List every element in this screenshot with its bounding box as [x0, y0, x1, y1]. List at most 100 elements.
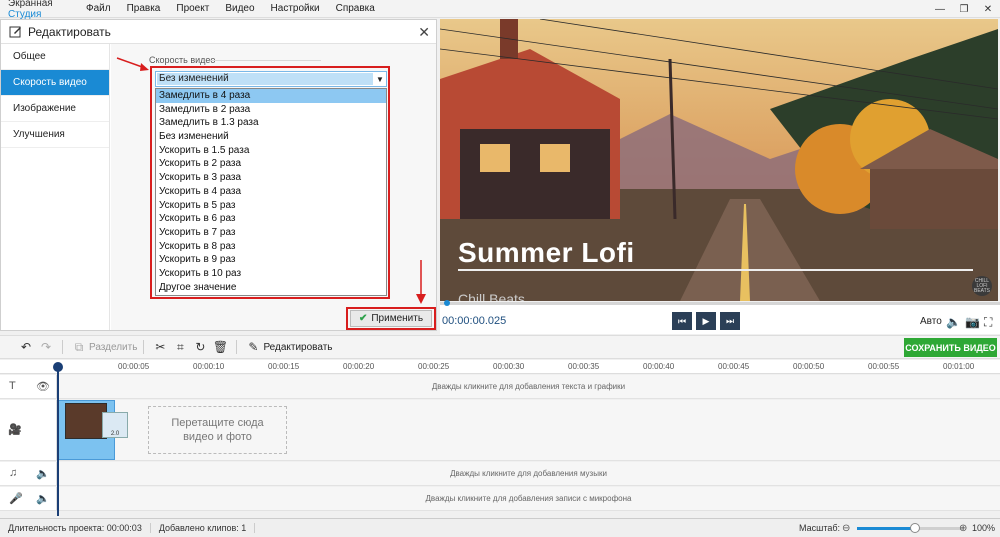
fullscreen-icon[interactable]: ⛶ [984, 315, 992, 330]
timeline-playhead-handle[interactable] [53, 362, 63, 372]
menu-help[interactable]: Справка [328, 3, 383, 14]
ruler-tick-label: 00:00:25 [418, 362, 450, 371]
next-frame-button[interactable]: ⏭ [720, 312, 740, 330]
music-note-icon: ♫ [9, 467, 18, 479]
edit-icon[interactable]: ✎ [243, 340, 263, 354]
quality-selector[interactable]: Авто [920, 316, 942, 327]
speed-option[interactable]: Ускорить в 5 раз [156, 199, 386, 213]
speed-option[interactable]: Ускорить в 1.5 раза [156, 144, 386, 158]
apply-button[interactable]: ✔ Применить [350, 310, 432, 327]
zoom-label: Масштаб: [799, 523, 841, 533]
chevron-down-icon[interactable]: ▼ [374, 75, 386, 84]
trash-icon[interactable]: 🗑 [210, 340, 230, 354]
text-track-header: T 👁 [0, 375, 57, 398]
video-preview[interactable]: Summer Lofi Chill Beats CHILL LOFI BEATS [440, 19, 998, 301]
playback-bar: 00:00:00.025 ⏮ ▶ ⏭ Авто 🔈 📷 ⛶ [440, 300, 1000, 334]
menu-project[interactable]: Проект [168, 3, 217, 14]
current-time: 00:00:00.025 [442, 315, 507, 327]
speed-option[interactable]: Ускорить в 8 раз [156, 240, 386, 254]
close-icon[interactable]: ✕ [418, 24, 430, 41]
music-track[interactable]: ♫ 🔈 Дважды кликните для добавления музык… [0, 462, 1000, 486]
speed-select-value: Без изменений [157, 73, 373, 85]
nav-item-general[interactable]: Общее [1, 44, 109, 70]
save-video-button[interactable]: СОХРАНИТЬ ВИДЕО [904, 338, 997, 357]
volume-icon[interactable]: 🔈 [36, 492, 50, 505]
ruler-tick-label: 00:00:50 [793, 362, 825, 371]
nav-item-video-speed[interactable]: Скорость видео [1, 70, 109, 96]
cut-icon[interactable]: ✂ [150, 340, 170, 354]
media-drop-zone[interactable]: Перетащите сюда видео и фото [148, 406, 287, 454]
speed-option[interactable]: Без изменений [156, 130, 386, 144]
menu-settings[interactable]: Настройки [263, 3, 328, 14]
timeline-playhead[interactable] [57, 364, 59, 516]
video-track-header: 🎥 [0, 400, 57, 460]
speed-group-label: Скорость видео [149, 55, 216, 65]
menu-video[interactable]: Видео [217, 3, 262, 14]
window-controls: — ❐ ✕ [928, 0, 1000, 18]
crop-icon[interactable]: ⌗ [170, 340, 190, 355]
zoom-out-icon[interactable]: ⊖ [842, 523, 850, 534]
ruler-tick-label: 00:00:35 [568, 362, 600, 371]
maximize-button[interactable]: ❐ [952, 0, 976, 18]
speed-option[interactable]: Ускорить в 7 раз [156, 226, 386, 240]
speed-option[interactable]: Ускорить в 10 раз [156, 267, 386, 281]
app-title-accent: Студия [8, 8, 42, 20]
clip-speed-badge: 2.0 [102, 412, 128, 438]
speed-option[interactable]: Другое значение [156, 281, 386, 295]
music-track-header: ♫ 🔈 [0, 462, 57, 485]
speed-option[interactable]: Замедлить в 1.3 раза [156, 116, 386, 130]
preview-subtitle-text: Chill Beats [458, 291, 525, 301]
speed-option[interactable]: Ускорить в 6 раз [156, 212, 386, 226]
toolbar-divider [236, 340, 238, 354]
redo-icon[interactable]: ↷ [36, 340, 56, 354]
channel-logo: CHILL LOFI BEATS [972, 276, 992, 296]
ruler-tick-label: 00:00:15 [268, 362, 300, 371]
speed-option[interactable]: Ускорить в 3 раза [156, 171, 386, 185]
zoom-in-icon[interactable]: ⊕ [959, 523, 967, 534]
nav-item-image[interactable]: Изображение [1, 96, 109, 122]
editor-toolbar: ↶ ↷ ⧉ Разделить ✂ ⌗ ↻ 🗑 ✎ Редактировать … [0, 335, 1000, 359]
ruler-tick-label: 00:01:00 [943, 362, 975, 371]
menu-file[interactable]: Файл [78, 3, 119, 14]
play-button[interactable]: ▶ [696, 312, 716, 330]
volume-icon[interactable]: 🔈 [36, 467, 50, 480]
previous-frame-button[interactable]: ⏮ [672, 312, 692, 330]
zoom-slider-handle[interactable] [910, 523, 921, 533]
menu-bar: Экранная Студия Файл Правка Проект Видео… [0, 0, 1000, 20]
volume-icon[interactable]: 🔈 [946, 315, 961, 329]
split-icon[interactable]: ⧉ [69, 340, 89, 355]
speed-option[interactable]: Ускорить в 9 раз [156, 253, 386, 267]
text-track-hint: Дважды кликните для добавления текста и … [431, 382, 626, 391]
nav-item-enhancements[interactable]: Улучшения [1, 122, 109, 148]
snapshot-icon[interactable]: 📷 [965, 315, 980, 329]
ruler-tick-label: 00:00:30 [493, 362, 525, 371]
check-icon: ✔ [358, 313, 368, 324]
close-window-button[interactable]: ✕ [976, 0, 1000, 18]
minimize-button[interactable]: — [928, 0, 952, 18]
menu-edit[interactable]: Правка [119, 3, 169, 14]
edit-button[interactable]: Редактировать [263, 342, 332, 353]
text-track[interactable]: T 👁 Дважды кликните для добавления текст… [0, 375, 1000, 399]
speed-option[interactable]: Замедлить в 2 раза [156, 103, 386, 117]
speed-option[interactable]: Замедлить в 4 раза [156, 89, 386, 103]
microphone-icon: 🎤 [9, 493, 23, 505]
split-button[interactable]: Разделить [89, 342, 137, 353]
camera-icon: 🎥 [8, 424, 22, 436]
microphone-track-header: 🎤 🔈 [0, 487, 57, 510]
rotate-icon[interactable]: ↻ [190, 340, 210, 354]
apply-label: Применить [371, 313, 424, 324]
speed-option[interactable]: Ускорить в 4 раза [156, 185, 386, 199]
eye-icon[interactable]: 👁 [36, 380, 50, 393]
edit-icon [9, 26, 21, 38]
timeline-ruler[interactable]: 00:00:05 00:00:10 00:00:15 00:00:20 00:00:25… [0, 360, 1000, 374]
annotation-arrow-right [116, 57, 149, 71]
speed-option[interactable]: Ускорить в 2 раза [156, 157, 386, 171]
microphone-track[interactable]: 🎤 🔈 Дважды кликните для добавления запис… [0, 487, 1000, 511]
status-bar: Длительность проекта: 00:00:03 Добавлено… [0, 518, 1000, 537]
playback-progress[interactable] [440, 302, 1000, 305]
undo-icon[interactable]: ↶ [16, 340, 36, 354]
playback-progress-knob[interactable] [444, 300, 450, 306]
text-icon: T [9, 380, 16, 392]
speed-select[interactable]: Без изменений ▼ [155, 71, 387, 87]
clip-thumbnail [65, 403, 107, 439]
